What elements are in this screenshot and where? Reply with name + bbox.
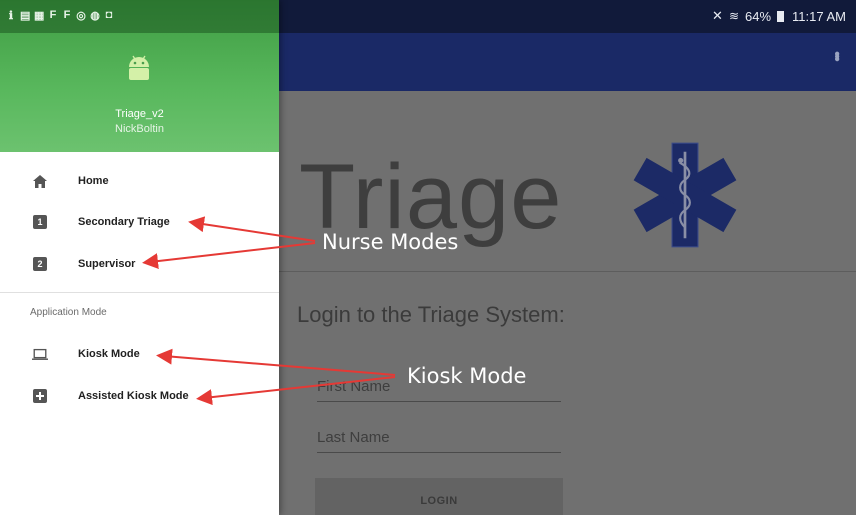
notification-icon: ◘ [105,9,113,21]
kiosk-mode-annotation: Kiosk Mode [407,364,527,388]
screen: ✕ ≋ 64% 11:17 AM ••• Triage Login to the… [0,0,856,515]
battery-icon [777,10,785,22]
drawer-item-assisted-kiosk-mode[interactable]: Assisted Kiosk Mode [0,376,279,416]
last-name-field[interactable]: Last Name [317,429,561,453]
clock: 11:17 AM [792,8,846,24]
notification-icon: F [49,9,57,21]
notification-icon: ▦ [34,10,45,22]
login-screen: Triage Login to the Triage System: First… [279,91,856,515]
notification-icon: ◎ [76,10,86,22]
notification-icon: ▤ [20,10,31,22]
nurse-modes-annotation: Nurse Modes [322,230,459,254]
login-heading: Login to the Triage System: [297,302,565,327]
home-icon [32,173,48,189]
status-bar: ✕ ≋ 64% 11:17 AM [279,0,856,33]
notification-icon: ◍ [90,10,100,22]
title-divider [279,271,856,272]
notification-icon: ℹ [8,10,14,22]
section-label: Application Mode [30,307,107,318]
star-of-life-icon [633,142,737,248]
drawer-header: ℹ ▤ ▦ F F ◎ ◍ ◘ Triage_v2 NickBoltin [0,0,279,152]
laptop-icon [32,346,48,362]
badge-number: 1 [33,215,47,229]
drawer-item-label: Assisted Kiosk Mode [78,390,189,402]
add-box-icon [32,388,48,404]
battery-percent: 64% [745,8,772,24]
status-indicators: ✕ ≋ 64% 11:17 AM [712,8,846,24]
android-logo-icon [129,55,149,80]
navigation-drawer: ℹ ▤ ▦ F F ◎ ◍ ◘ Triage_v2 NickBoltin Hom… [0,0,279,515]
wifi-icon: ≋ [728,9,739,23]
drawer-item-secondary-triage[interactable]: 1 Secondary Triage [0,202,279,242]
drawer-status-bar: ℹ ▤ ▦ F F ◎ ◍ ◘ [0,0,279,33]
app-toolbar: ••• [279,33,856,91]
drawer-item-home[interactable]: Home [0,161,279,201]
drawer-item-supervisor[interactable]: 2 Supervisor [0,244,279,284]
drawer-item-label: Secondary Triage [78,216,170,228]
looks-one-icon: 1 [32,214,48,230]
overflow-menu-icon[interactable]: ••• [828,51,845,59]
user-name: NickBoltin [115,123,164,135]
badge-number: 2 [33,257,47,271]
mute-icon: ✕ [712,8,723,23]
drawer-item-label: Kiosk Mode [78,348,140,360]
notification-icons: ℹ ▤ ▦ F F ◎ ◍ ◘ [6,9,114,22]
notification-icon: F [63,9,71,21]
drawer-item-label: Home [78,175,109,187]
drawer-divider [0,292,279,293]
drawer-item-kiosk-mode[interactable]: Kiosk Mode [0,334,279,374]
login-button[interactable]: LOGIN [315,478,563,515]
drawer-item-label: Supervisor [78,258,136,270]
app-name: Triage_v2 [115,108,164,120]
looks-two-icon: 2 [32,256,48,272]
